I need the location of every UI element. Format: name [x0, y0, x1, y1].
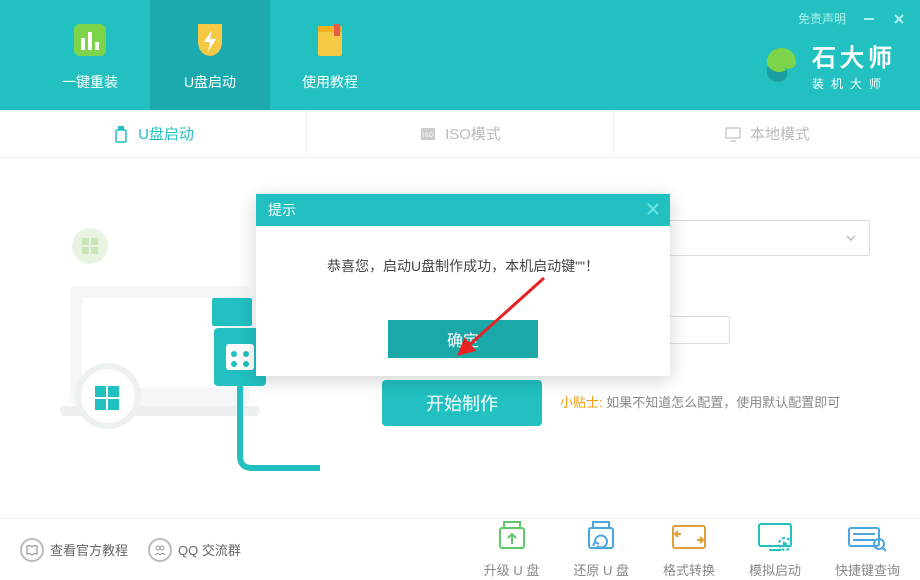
tool-label: 格式转换: [663, 560, 715, 579]
disclaimer-link[interactable]: 免责声明: [798, 10, 846, 27]
convert-icon: [669, 520, 709, 554]
link-label: 查看官方教程: [50, 540, 128, 559]
bottom-bar: 查看官方教程 QQ 交流群 升级 U 盘 还原 U 盘 格式转换 模拟启动 快捷…: [0, 518, 920, 580]
usb-up-icon: [492, 520, 532, 554]
tab-label: 一键重装: [62, 72, 118, 92]
iso-icon: ISO: [419, 125, 437, 143]
header-tabs: 一键重装 U盘启动 使用教程: [0, 0, 390, 110]
start-make-button[interactable]: 开始制作: [382, 380, 542, 426]
shield-lightning-icon: [188, 18, 232, 62]
subtab-local[interactable]: 本地模式: [614, 110, 920, 157]
close-button[interactable]: [892, 12, 906, 26]
official-tutorial-link[interactable]: 查看官方教程: [20, 538, 128, 562]
subtab-label: U盘启动: [138, 123, 194, 144]
subtab-label: ISO模式: [445, 123, 501, 144]
monitor-icon: [724, 125, 742, 143]
tab-label: 使用教程: [302, 72, 358, 92]
tool-label: 快捷键查询: [835, 560, 900, 579]
brand-logo-icon: [760, 44, 802, 86]
usb-restore-icon: [581, 520, 621, 554]
usb-icon: [112, 125, 130, 143]
success-modal: 提示 恭喜您，启动U盘制作成功，本机启动键""！ 确定: [256, 194, 670, 376]
window-controls: 免责声明: [798, 10, 906, 27]
minimize-button[interactable]: [862, 12, 876, 26]
modal-ok-button[interactable]: 确定: [388, 320, 538, 358]
svg-text:ISO: ISO: [423, 133, 434, 139]
tool-upgrade-usb[interactable]: 升级 U 盘: [484, 520, 540, 579]
tab-label: U盘启动: [184, 72, 236, 92]
tool-label: 升级 U 盘: [484, 560, 540, 579]
brand-subtitle: 装机大师: [812, 75, 896, 92]
tool-label: 模拟启动: [749, 560, 801, 579]
subtab-label: 本地模式: [750, 123, 810, 144]
book-open-icon: [20, 538, 44, 562]
start-make-label: 开始制作: [426, 390, 498, 416]
tool-hotkey-lookup[interactable]: 快捷键查询: [835, 520, 900, 579]
modal-title: 提示: [268, 200, 296, 220]
subtab-iso[interactable]: ISO ISO模式: [307, 110, 614, 157]
people-icon: [148, 538, 172, 562]
tool-label: 还原 U 盘: [573, 560, 629, 579]
brand-name: 石大师: [812, 38, 896, 73]
tool-format-convert[interactable]: 格式转换: [663, 520, 715, 579]
tip-label: 小贴士:: [560, 395, 603, 410]
qq-group-link[interactable]: QQ 交流群: [148, 538, 241, 562]
tool-buttons: 升级 U 盘 还原 U 盘 格式转换 模拟启动 快捷键查询: [484, 520, 900, 579]
modal-close-button[interactable]: [644, 200, 662, 218]
tab-usb-boot[interactable]: U盘启动: [150, 0, 270, 110]
bottom-links: 查看官方教程 QQ 交流群: [20, 538, 241, 562]
modal-ok-label: 确定: [447, 327, 479, 351]
brand-block: 石大师 装机大师: [760, 38, 896, 92]
sub-tabs: U盘启动 ISO ISO模式 本地模式: [0, 110, 920, 158]
app-header: 一键重装 U盘启动 使用教程 免责声明 石大师 装机大师: [0, 0, 920, 110]
bar-chart-icon: [68, 18, 112, 62]
subtab-usb-boot[interactable]: U盘启动: [0, 110, 307, 157]
close-icon: [644, 200, 662, 218]
chevron-down-icon: [845, 232, 857, 244]
link-label: QQ 交流群: [178, 540, 241, 559]
tip-text: 小贴士: 如果不知道怎么配置，使用默认配置即可: [560, 392, 840, 411]
tip-body: 如果不知道怎么配置，使用默认配置即可: [606, 395, 840, 410]
modal-message: 恭喜您，启动U盘制作成功，本机启动键""！: [256, 226, 670, 300]
modal-header: 提示: [256, 194, 670, 226]
tab-reinstall[interactable]: 一键重装: [30, 0, 150, 110]
keyboard-search-icon: [847, 520, 887, 554]
tab-tutorial[interactable]: 使用教程: [270, 0, 390, 110]
tool-restore-usb[interactable]: 还原 U 盘: [573, 520, 629, 579]
monitor-play-icon: [755, 520, 795, 554]
tool-simulate-boot[interactable]: 模拟启动: [749, 520, 801, 579]
book-icon: [308, 18, 352, 62]
